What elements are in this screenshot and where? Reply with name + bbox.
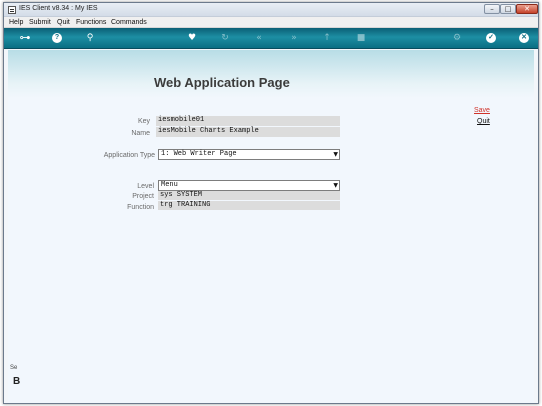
app-icon xyxy=(8,6,16,14)
content-area: Web Application Page Save Quit Key iesmo… xyxy=(8,50,534,403)
application-type-value: 1: Web Writer Page xyxy=(161,150,237,158)
maximize-button[interactable]: □ xyxy=(500,4,516,14)
level-select[interactable]: Menu ▼ xyxy=(158,180,340,191)
quit-link[interactable]: Quit xyxy=(477,118,490,125)
key-label: Key xyxy=(137,118,150,125)
fast-forward-icon[interactable]: » xyxy=(288,32,300,44)
sidebar-fragment-label: Se xyxy=(10,365,18,371)
ok-icon[interactable]: ✓ xyxy=(486,33,496,43)
page-banner xyxy=(8,50,534,98)
menu-functions[interactable]: Functions xyxy=(76,19,106,26)
stop-icon[interactable]: ■ xyxy=(355,32,367,44)
menu-submit[interactable]: Submit xyxy=(29,19,51,26)
chevron-down-icon: ▼ xyxy=(333,182,338,189)
level-value: Menu xyxy=(161,181,178,189)
settings-icon[interactable]: ⚙ xyxy=(451,32,463,44)
sidebar-fragment-icon: B xyxy=(13,376,21,387)
key-icon[interactable]: ⊶ xyxy=(14,32,36,44)
minimize-button[interactable]: – xyxy=(484,4,500,14)
window-title: IES Client v8.34 : My IES xyxy=(19,5,98,12)
function-field: trg TRAINING xyxy=(158,201,340,210)
refresh-icon[interactable]: ↻ xyxy=(219,32,231,44)
menu-bar: Help Submit Quit Functions Commands xyxy=(4,17,538,28)
project-label: Project xyxy=(132,193,154,200)
save-link[interactable]: Save xyxy=(474,107,490,114)
chevron-down-icon: ▼ xyxy=(333,151,338,158)
close-icon[interactable]: ✕ xyxy=(519,33,529,43)
application-type-select[interactable]: 1: Web Writer Page ▼ xyxy=(158,149,340,160)
heart-icon[interactable]: ♥ xyxy=(186,32,198,44)
title-bar: IES Client v8.34 : My IES – □ ✕ xyxy=(4,3,538,17)
function-label: Function xyxy=(127,204,154,211)
name-label: Name xyxy=(131,130,150,137)
menu-quit[interactable]: Quit xyxy=(57,19,70,26)
menu-help[interactable]: Help xyxy=(9,19,23,26)
app-window: IES Client v8.34 : My IES – □ ✕ Help Sub… xyxy=(3,2,539,404)
upload-icon[interactable]: ↑ xyxy=(321,32,333,44)
close-window-button[interactable]: ✕ xyxy=(516,4,538,14)
application-type-label: Application Type xyxy=(103,152,155,159)
key-field: iesmobile01 xyxy=(156,116,340,126)
name-field: iesMobile Charts Example xyxy=(156,127,340,137)
rewind-icon[interactable]: « xyxy=(253,32,265,44)
menu-commands[interactable]: Commands xyxy=(111,19,147,26)
level-label: Level xyxy=(137,183,154,190)
toolbar: ⊶ ? ⚲ ♥ ↻ « » ↑ ■ ⚙ ✓ ✕ xyxy=(4,28,538,49)
search-icon[interactable]: ⚲ xyxy=(84,32,96,44)
project-field: sys SYSTEM xyxy=(158,191,340,200)
page-title: Web Application Page xyxy=(154,75,290,90)
help-icon[interactable]: ? xyxy=(52,33,62,43)
